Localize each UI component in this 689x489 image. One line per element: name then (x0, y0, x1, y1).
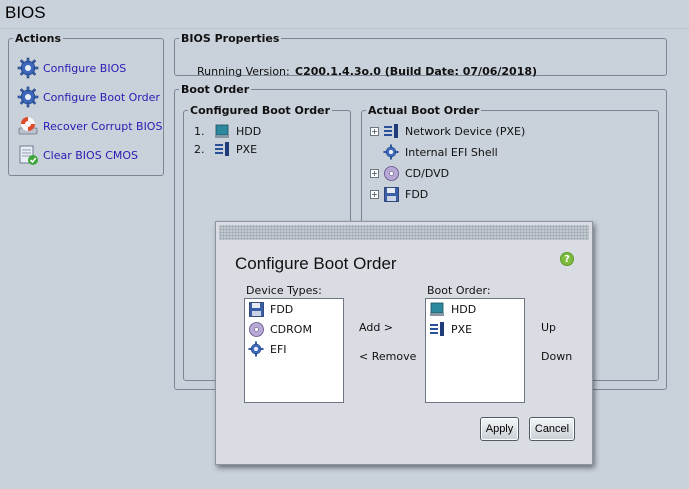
configured-item-pxe: 2. PXE (194, 140, 257, 158)
list-item[interactable]: CDROM (248, 320, 312, 338)
configured-item-label: HDD (236, 124, 262, 138)
gear-icon (383, 144, 399, 160)
actual-item-network-device: + Network Device (PXE) (370, 122, 525, 140)
clear-bios-cmos-link[interactable]: Clear BIOS CMOS (16, 142, 138, 168)
bios-properties-legend: BIOS Properties (181, 32, 280, 45)
recover-corrupt-bios-label: Recover Corrupt BIOS (43, 119, 163, 133)
floppy-icon (383, 186, 399, 202)
list-item[interactable]: PXE (429, 320, 472, 338)
network-icon (214, 141, 230, 157)
configured-item-label: PXE (236, 142, 258, 156)
clear-bios-cmos-label: Clear BIOS CMOS (43, 148, 139, 162)
cd-icon (248, 321, 264, 337)
title-divider (0, 28, 689, 29)
actual-item-cd-dvd: + CD/DVD (370, 164, 449, 182)
device-type-label: FDD (270, 302, 294, 316)
configured-boot-order-legend: Configured Boot Order (190, 104, 331, 117)
page-title: BIOS (5, 3, 46, 22)
network-icon (429, 321, 445, 337)
lifebuoy-icon (16, 114, 40, 138)
hdd-icon (429, 301, 445, 317)
remove-button[interactable]: < Remove (359, 350, 416, 363)
network-icon (383, 123, 399, 139)
dialog-title: Configure Boot Order (235, 254, 397, 273)
cd-icon (383, 165, 399, 181)
boot-order-item-label: HDD (451, 302, 477, 316)
help-icon[interactable]: ? (560, 252, 574, 266)
recover-corrupt-bios-link[interactable]: Recover Corrupt BIOS (16, 113, 162, 139)
gear-icon (16, 56, 40, 80)
configure-bios-link[interactable]: Configure BIOS (16, 55, 126, 81)
list-item[interactable]: HDD (429, 300, 476, 318)
gear-icon (16, 85, 40, 109)
actual-item-fdd: + FDD (370, 185, 428, 203)
expand-toggle-icon[interactable]: + (370, 168, 379, 178)
dialog-drag-handle[interactable] (219, 225, 589, 240)
add-button[interactable]: Add > (359, 321, 393, 334)
actual-item-label: CD/DVD (405, 166, 450, 180)
configure-boot-order-link[interactable]: Configure Boot Order (16, 84, 160, 110)
boot-order-item-label: PXE (451, 322, 473, 336)
actual-boot-order-legend: Actual Boot Order (368, 104, 480, 117)
expand-toggle-icon[interactable]: + (370, 189, 379, 199)
actual-item-label: Network Device (PXE) (405, 124, 526, 138)
boot-order-legend: Boot Order (181, 83, 250, 96)
running-version-label: Running Version: (197, 65, 290, 78)
device-types-list[interactable]: FDD CDROM EFI (244, 298, 344, 403)
clear-cmos-icon (16, 143, 40, 167)
item-number: 1. (194, 124, 205, 138)
actual-item-label: Internal EFI Shell (405, 145, 498, 159)
actual-item-label: FDD (405, 187, 429, 201)
device-type-label: CDROM (270, 322, 312, 336)
running-version-value: C200.1.4.3o.0 (Build Date: 07/06/2018) (295, 65, 538, 78)
boot-order-list[interactable]: HDD PXE (425, 298, 525, 403)
up-button[interactable]: Up (541, 321, 556, 334)
floppy-icon (248, 301, 264, 317)
list-item[interactable]: FDD (248, 300, 293, 318)
actual-item-efi-shell: Internal EFI Shell (370, 143, 498, 161)
down-button[interactable]: Down (541, 350, 572, 363)
list-item[interactable]: EFI (248, 340, 287, 358)
expand-toggle-icon[interactable]: + (370, 126, 379, 136)
hdd-icon (214, 123, 230, 139)
item-number: 2. (194, 142, 205, 156)
gear-icon (248, 341, 264, 357)
configure-boot-order-dialog: Configure Boot Order ? Device Types: FDD… (215, 221, 593, 465)
cancel-button[interactable]: Cancel (529, 417, 575, 441)
configured-item-hdd: 1. HDD (194, 122, 261, 140)
configure-boot-order-label: Configure Boot Order (43, 90, 160, 104)
boot-order-label: Boot Order: (427, 284, 491, 297)
actions-legend: Actions (15, 32, 61, 45)
device-types-label: Device Types: (246, 284, 322, 297)
configure-bios-label: Configure BIOS (43, 61, 127, 75)
bios-properties-panel: BIOS Properties Running Version: C200.1.… (174, 32, 667, 78)
device-type-label: EFI (270, 342, 287, 356)
apply-button[interactable]: Apply (480, 417, 519, 441)
